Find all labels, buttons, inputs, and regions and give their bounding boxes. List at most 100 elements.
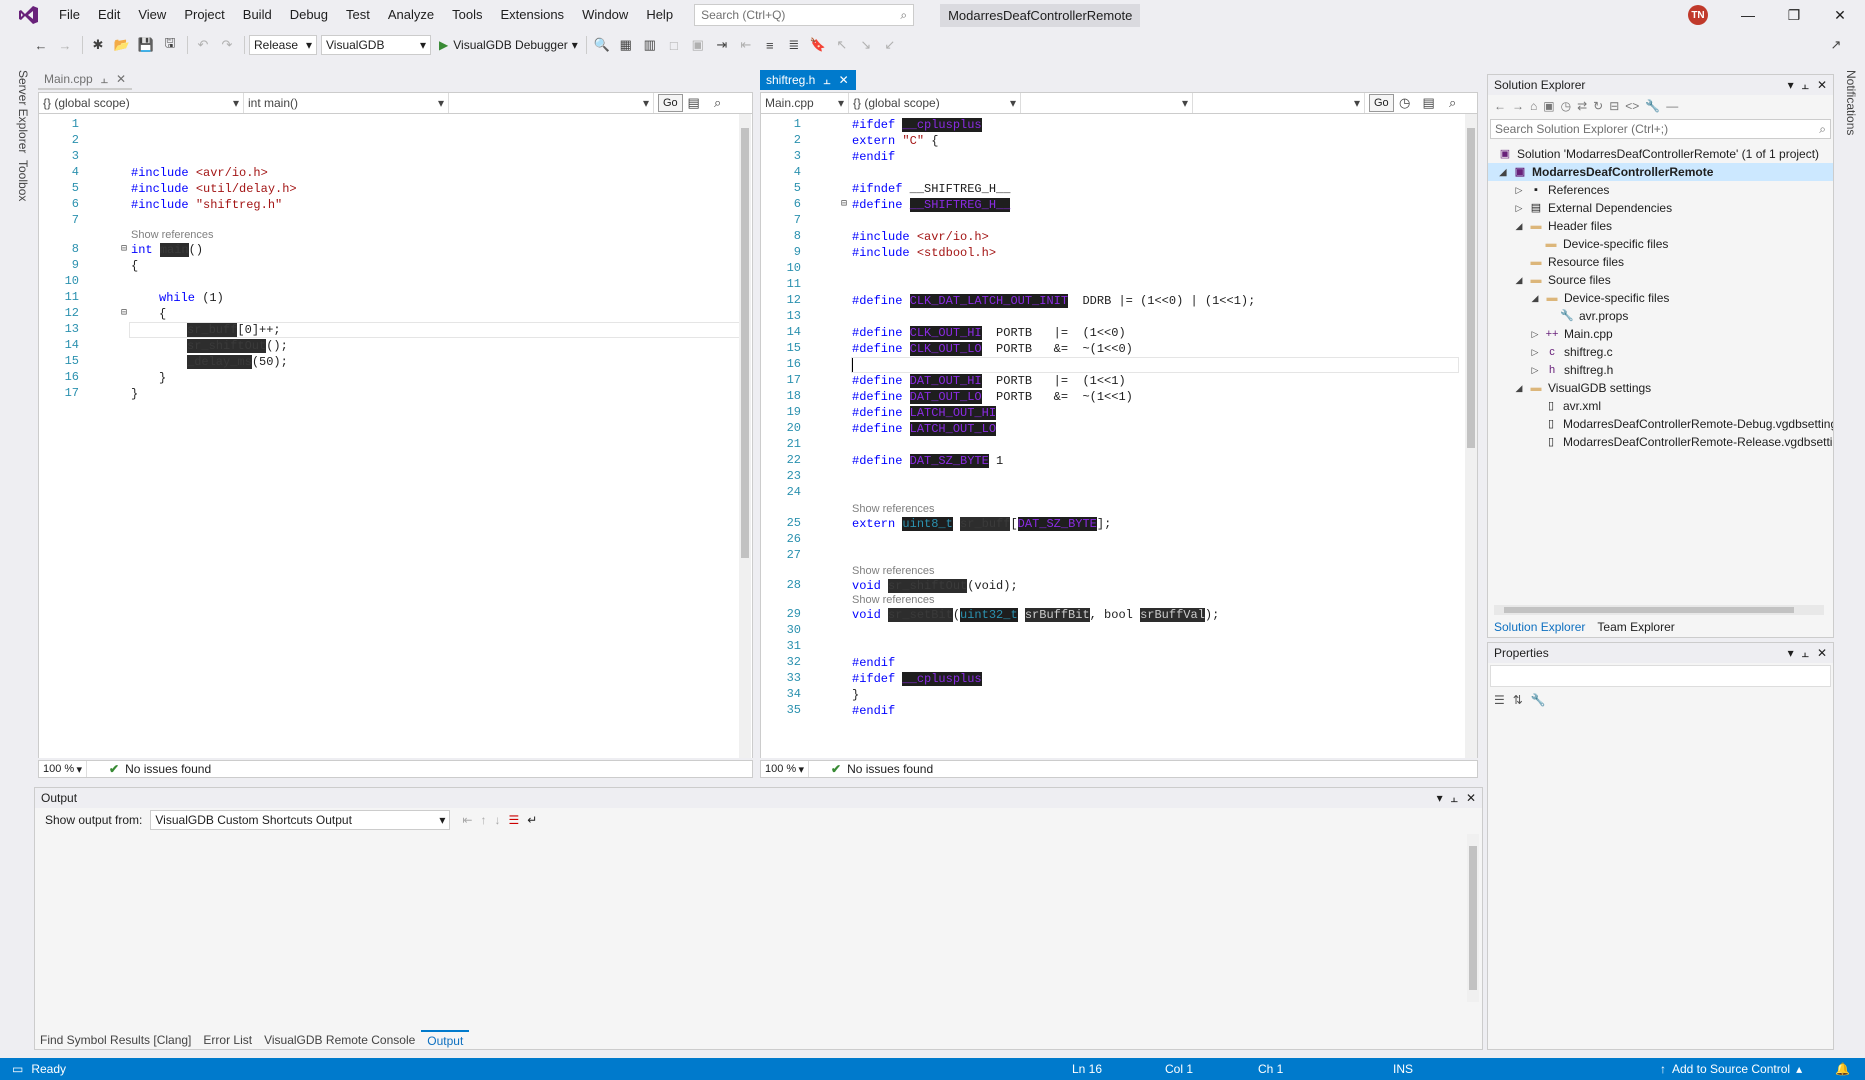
zoom-select[interactable]: 100 % ▾ (39, 761, 87, 777)
clang-icon[interactable]: ▤ (683, 92, 705, 114)
collapsed-icon[interactable]: ▷ (1530, 361, 1540, 379)
refresh-icon[interactable]: ↻ (1593, 99, 1603, 113)
tree-item[interactable]: ◢ ▬ VisualGDB settings (1514, 379, 1652, 397)
tree-item[interactable]: ◢ ▣ ModarresDeafControllerRemote (1488, 163, 1833, 181)
tab-error-list[interactable]: Error List (197, 1030, 258, 1050)
categorized-icon[interactable]: ☰ (1494, 693, 1505, 707)
tree-item[interactable]: ▬ Device-specific files (1544, 235, 1669, 253)
member-select[interactable]: int main() ▾ (244, 93, 449, 113)
properties-object-select[interactable] (1490, 665, 1831, 687)
navigate-forward-icon[interactable]: → (54, 34, 76, 56)
tab-main-cpp[interactable]: Main.cpp ⫠ ✕ (38, 70, 133, 90)
clean-icon[interactable]: □ (663, 34, 685, 56)
tree-item[interactable]: 🔧 avr.props (1560, 307, 1628, 325)
tab-remote-console[interactable]: VisualGDB Remote Console (258, 1030, 421, 1050)
collapse-icon[interactable]: ⊟ (121, 243, 127, 255)
left-code-editor[interactable]: 1 2 3 4 5 6 7 8 9 10 11 12 13 14 15 16 1… (38, 114, 753, 758)
indent-icon[interactable]: ≡ (759, 34, 781, 56)
prev-message-icon[interactable]: ↑ (480, 813, 486, 827)
expanded-icon[interactable]: ◢ (1514, 379, 1524, 397)
search-icon[interactable]: ⌕ (1442, 92, 1464, 114)
menu-edit[interactable]: Edit (89, 0, 129, 30)
close-icon[interactable]: ✕ (1817, 78, 1827, 93)
tab-solution-explorer[interactable]: Solution Explorer (1494, 620, 1585, 634)
menu-debug[interactable]: Debug (281, 0, 337, 30)
collapsed-icon[interactable]: ▷ (1514, 181, 1524, 199)
collapse-icon[interactable]: ⊟ (841, 198, 847, 210)
tree-item[interactable]: ▷ ▤ External Dependencies (1514, 199, 1673, 217)
notifications-tab[interactable]: Notifications (1844, 70, 1858, 135)
menu-extensions[interactable]: Extensions (491, 0, 573, 30)
live-share-icon[interactable]: ↗ (1825, 34, 1847, 56)
extra-select[interactable]: ▾ (449, 93, 654, 113)
clear-all-icon[interactable]: ☰ (508, 813, 519, 827)
outdent-icon[interactable]: ≣ (783, 34, 805, 56)
tree-item[interactable]: ◢ ▬ Device-specific files (1530, 289, 1670, 307)
zoom-select[interactable]: 100 % ▾ (761, 761, 809, 777)
navigate-back-icon[interactable]: ← (30, 34, 52, 56)
sync-icon[interactable]: ⇄ (1577, 99, 1587, 113)
tab-find-symbol-results[interactable]: Find Symbol Results [Clang] (34, 1030, 197, 1050)
clang-icon[interactable]: ▤ (1418, 92, 1440, 114)
menu-help[interactable]: Help (637, 0, 682, 30)
tree-item[interactable]: ◢ ▬ Header files (1514, 217, 1613, 235)
preview-icon[interactable]: — (1666, 99, 1678, 113)
scope-select[interactable]: {} (global scope) ▾ (849, 93, 1021, 113)
collapsed-icon[interactable]: ▷ (1530, 325, 1540, 343)
show-references-link[interactable]: Show references (131, 229, 214, 241)
platform-select[interactable]: VisualGDB ▾ (321, 35, 431, 55)
show-references-link[interactable]: Show references (852, 594, 935, 606)
start-debugger-button[interactable]: ▶ VisualGDB Debugger ▾ (435, 38, 582, 52)
collapsed-icon[interactable]: ▷ (1514, 199, 1524, 217)
expanded-icon[interactable]: ◢ (1514, 271, 1524, 289)
switch-views-icon[interactable]: ▣ (1543, 99, 1554, 113)
tree-item[interactable]: ◢ ▬ Source files (1514, 271, 1611, 289)
menu-build[interactable]: Build (234, 0, 281, 30)
home-icon[interactable]: ⌂ (1530, 99, 1537, 113)
step-over-icon[interactable]: ⇤ (735, 34, 757, 56)
rebuild-icon[interactable]: ▥ (639, 34, 661, 56)
menu-file[interactable]: File (50, 0, 89, 30)
menu-analyze[interactable]: Analyze (379, 0, 443, 30)
go-button[interactable]: Go (1369, 94, 1394, 112)
close-icon[interactable]: ✕ (1817, 0, 1863, 30)
search-icon[interactable]: ⌕ (707, 92, 729, 114)
expanded-icon[interactable]: ◢ (1498, 163, 1508, 181)
tree-item[interactable]: ▷ c shiftreg.c (1530, 343, 1613, 361)
go-button[interactable]: Go (658, 94, 683, 112)
find-in-files-icon[interactable]: 🔍 (591, 34, 613, 56)
scope-select[interactable]: {} (global scope) ▾ (39, 93, 244, 113)
alphabetical-icon[interactable]: ⇅ (1513, 693, 1523, 707)
property-pages-icon[interactable]: 🔧 (1531, 693, 1546, 707)
menu-view[interactable]: View (129, 0, 175, 30)
chevron-down-icon[interactable]: ▾ (1788, 646, 1794, 661)
vertical-scrollbar[interactable] (739, 114, 751, 758)
menu-project[interactable]: Project (175, 0, 233, 30)
close-icon[interactable]: ✕ (1817, 646, 1827, 661)
redo-icon[interactable]: ↷ (216, 34, 238, 56)
back-icon[interactable]: ← (1494, 99, 1506, 113)
tree-item[interactable]: ▷ h shiftreg.h (1530, 361, 1614, 379)
quick-launch-search[interactable]: Search (Ctrl+Q) ⌕ (694, 4, 915, 26)
tree-item[interactable]: ▣ Solution 'ModarresDeafControllerRemote'… (1498, 145, 1819, 163)
user-avatar[interactable]: TN (1688, 5, 1708, 25)
tree-item[interactable]: ▬ Resource files (1529, 253, 1625, 271)
menu-window[interactable]: Window (573, 0, 637, 30)
close-tab-icon[interactable]: ✕ (839, 73, 849, 87)
tab-shiftreg-h[interactable]: shiftreg.h ⫠ ✕ (760, 70, 855, 90)
new-project-icon[interactable]: ✱ (87, 34, 109, 56)
save-all-icon[interactable]: 🖫 (159, 34, 181, 56)
show-references-link[interactable]: Show references (852, 503, 935, 515)
output-source-select[interactable]: VisualGDB Custom Shortcuts Output ▾ (150, 810, 451, 830)
close-icon[interactable]: ✕ (1466, 791, 1476, 806)
minimize-icon[interactable]: — (1725, 0, 1771, 30)
member-select[interactable]: ▾ (1021, 93, 1193, 113)
add-to-source-control-button[interactable]: ↑ Add to Source Control ▴ (1660, 1062, 1802, 1076)
toolbox-tab[interactable]: Toolbox (16, 160, 30, 201)
configuration-select[interactable]: Release ▾ (249, 35, 317, 55)
goto-message-icon[interactable]: ⇤ (462, 813, 472, 827)
build-icon[interactable]: ▦ (615, 34, 637, 56)
restore-icon[interactable]: ❐ (1771, 0, 1817, 30)
collapse-icon[interactable]: ⊟ (121, 307, 127, 319)
notification-bell-icon[interactable]: 🔔 (1835, 1062, 1850, 1076)
